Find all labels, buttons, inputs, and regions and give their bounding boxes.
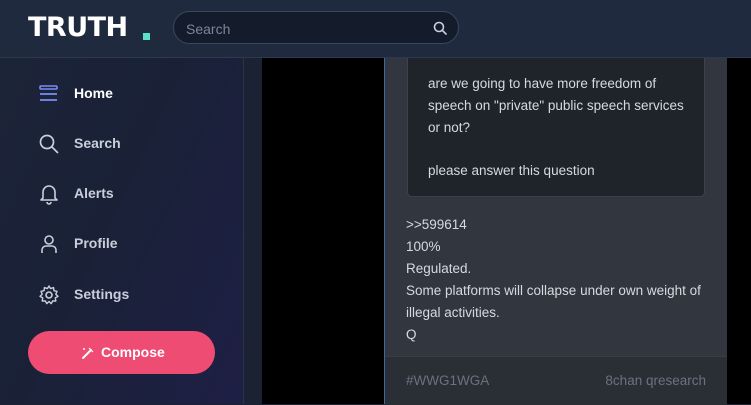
sidebar-item-label: Alerts (74, 185, 114, 201)
post-source: 8chan qresearch (605, 373, 706, 388)
compose-label: Compose (101, 344, 165, 360)
sidebar-item-home[interactable]: Home (38, 81, 228, 107)
search-icon[interactable] (433, 21, 447, 35)
hashtag-link[interactable]: #WWG1WGA (406, 373, 489, 388)
home-icon (39, 85, 58, 101)
post-body-line: illegal activities. (406, 305, 500, 320)
sidebar-item-settings[interactable]: Settings (38, 282, 228, 308)
search-box[interactable] (173, 11, 459, 45)
top-bar: TRUTH (0, 0, 751, 58)
sidebar-item-label: Home (74, 85, 113, 101)
search-icon (39, 134, 59, 154)
bell-icon (40, 185, 58, 205)
quote-line: speech on "private" public speech servic… (428, 98, 684, 113)
sidebar-item-label: Profile (74, 235, 118, 251)
user-icon (41, 235, 57, 253)
quote-line: are we going to have more freedom of (428, 76, 657, 91)
quoted-post: are we going to have more freedom of spe… (407, 58, 705, 197)
quote-line: or not? (428, 120, 471, 135)
post-card: are we going to have more freedom of spe… (384, 58, 728, 405)
quote-line: please answer this question (428, 163, 595, 178)
post-reference-link[interactable]: >>599614 (406, 217, 467, 232)
gear-icon (39, 285, 59, 305)
post-footer: #WWG1WGA 8chan qresearch (385, 356, 728, 405)
sidebar-item-search[interactable]: Search (38, 131, 228, 157)
main-content: are we going to have more freedom of spe… (262, 58, 751, 405)
sidebar: Home Search Alerts Profile Settings Comp… (0, 58, 244, 404)
post-body-line: Q (406, 327, 417, 342)
truth-logo[interactable]: TRUTH (28, 12, 128, 43)
compose-button[interactable]: Compose (28, 331, 215, 374)
pencil-icon (82, 347, 94, 359)
sidebar-item-label: Search (74, 135, 121, 151)
sidebar-item-profile[interactable]: Profile (38, 231, 228, 257)
post-body-line: Regulated. (406, 261, 472, 276)
post-body-line: 100% (406, 239, 441, 254)
sidebar-item-label: Settings (74, 286, 130, 302)
sidebar-item-alerts[interactable]: Alerts (38, 181, 228, 207)
logo-dot (143, 33, 150, 40)
right-gutter (727, 58, 751, 404)
post-body-line: Some platforms will collapse under own w… (406, 283, 701, 298)
search-input[interactable] (184, 12, 428, 45)
